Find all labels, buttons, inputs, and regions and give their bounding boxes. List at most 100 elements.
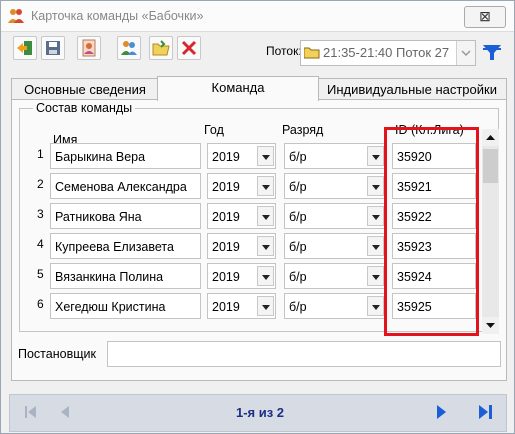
chevron-down-icon[interactable]	[257, 296, 274, 316]
name-field[interactable]: Семенова Александра	[50, 173, 201, 199]
name-field[interactable]: Барыкина Вера	[50, 143, 201, 169]
row-number: 3	[37, 207, 44, 221]
name-value: Хегедюш Кристина	[55, 300, 166, 314]
name-field[interactable]: Вязанкина Полина	[50, 263, 201, 289]
header-year: Год	[204, 123, 224, 137]
year-select[interactable]: 2019	[207, 293, 276, 319]
toolbar: Поток: 21:35-21:40 Поток 27	[1, 32, 514, 70]
rank-select[interactable]: б/р	[284, 293, 386, 319]
window-title: Карточка команды «Бабочки»	[31, 9, 204, 23]
row-number: 5	[37, 267, 44, 281]
rank-select[interactable]: б/р	[284, 173, 386, 199]
chevron-down-icon[interactable]	[367, 296, 384, 316]
tab-strip: Основные сведения Команда Индивидуальные…	[11, 76, 507, 101]
rank-value: б/р	[289, 150, 307, 164]
team-tab-panel: Состав команды Имя Год Разряд ID (Кл.Лиг…	[11, 99, 507, 381]
page-indicator: 1-я из 2	[235, 405, 285, 420]
prev-icon	[61, 406, 69, 418]
name-value: Купреева Елизавета	[55, 240, 174, 254]
year-value: 2019	[212, 210, 240, 224]
year-value: 2019	[212, 300, 240, 314]
row-number: 4	[37, 237, 44, 251]
tab-basic-info[interactable]: Основные сведения	[11, 78, 159, 101]
year-select[interactable]: 2019	[207, 263, 276, 289]
year-select[interactable]: 2019	[207, 173, 276, 199]
exit-icon	[17, 41, 32, 55]
person-card-icon	[82, 39, 96, 57]
choreographer-label: Постановщик	[18, 347, 96, 361]
next-icon	[437, 405, 446, 419]
name-field[interactable]: Хегедюш Кристина	[50, 293, 201, 319]
team-group: Состав команды Имя Год Разряд ID (Кл.Лиг…	[19, 101, 499, 336]
scroll-up-icon[interactable]	[482, 129, 499, 146]
chevron-down-icon[interactable]	[257, 236, 274, 256]
save-button[interactable]	[41, 36, 65, 60]
row-number: 6	[37, 297, 44, 311]
tab-individual-settings[interactable]: Индивидуальные настройки	[317, 78, 507, 101]
team-icon	[8, 9, 24, 23]
folder-icon	[304, 47, 320, 59]
chevron-down-icon[interactable]	[456, 41, 475, 65]
row-number: 2	[37, 177, 44, 191]
chevron-down-icon[interactable]	[367, 236, 384, 256]
year-select[interactable]: 2019	[207, 233, 276, 259]
rank-select[interactable]: б/р	[284, 263, 386, 289]
prev-record-button[interactable]	[52, 399, 78, 425]
first-record-button[interactable]	[18, 399, 44, 425]
row-number: 1	[37, 147, 44, 161]
chevron-down-icon[interactable]	[257, 176, 274, 196]
rank-value: б/р	[289, 300, 307, 314]
last-icon	[479, 405, 492, 419]
tab-team[interactable]: Команда	[157, 76, 319, 101]
potok-label: Поток:	[266, 44, 302, 58]
name-field[interactable]: Ратникова Яна	[50, 203, 201, 229]
folder-open-icon	[152, 40, 170, 56]
name-field[interactable]: Купреева Елизавета	[50, 233, 201, 259]
people-icon	[121, 41, 137, 55]
rank-select[interactable]: б/р	[284, 203, 386, 229]
id-column-highlight	[384, 127, 479, 336]
choreographer-field[interactable]	[107, 341, 501, 367]
filter-icon[interactable]	[480, 40, 504, 64]
record-navigator: 1-я из 2	[9, 394, 507, 432]
delete-button[interactable]	[177, 36, 201, 60]
year-value: 2019	[212, 240, 240, 254]
chevron-down-icon[interactable]	[367, 176, 384, 196]
rank-select[interactable]: б/р	[284, 233, 386, 259]
chevron-down-icon[interactable]	[367, 206, 384, 226]
folder-open-button[interactable]	[149, 36, 173, 60]
exit-button[interactable]	[13, 36, 37, 60]
chevron-down-icon[interactable]	[367, 266, 384, 286]
rank-value: б/р	[289, 240, 307, 254]
name-value: Семенова Александра	[55, 180, 187, 194]
first-icon	[25, 406, 36, 418]
rank-select[interactable]: б/р	[284, 143, 386, 169]
delete-icon	[181, 40, 197, 56]
title-bar: Карточка команды «Бабочки» ⊠	[1, 1, 514, 32]
scroll-thumb[interactable]	[483, 149, 498, 183]
year-select[interactable]: 2019	[207, 203, 276, 229]
header-rank: Разряд	[282, 123, 324, 137]
next-record-button[interactable]	[428, 399, 454, 425]
save-icon	[46, 41, 60, 55]
rank-value: б/р	[289, 180, 307, 194]
people-button[interactable]	[117, 36, 141, 60]
year-value: 2019	[212, 150, 240, 164]
potok-select[interactable]: 21:35-21:40 Поток 27	[300, 40, 476, 66]
year-select[interactable]: 2019	[207, 143, 276, 169]
chevron-down-icon[interactable]	[257, 206, 274, 226]
team-scrollbar[interactable]	[482, 129, 499, 334]
year-value: 2019	[212, 270, 240, 284]
chevron-down-icon[interactable]	[257, 146, 274, 166]
year-value: 2019	[212, 180, 240, 194]
name-value: Ратникова Яна	[55, 210, 142, 224]
potok-value: 21:35-21:40 Поток 27	[323, 45, 450, 60]
chevron-down-icon[interactable]	[257, 266, 274, 286]
team-group-title: Состав команды	[33, 101, 136, 115]
close-button[interactable]: ⊠	[464, 6, 506, 28]
person-card-button[interactable]	[77, 36, 101, 60]
scroll-down-icon[interactable]	[482, 317, 499, 334]
chevron-down-icon[interactable]	[367, 146, 384, 166]
last-record-button[interactable]	[472, 399, 498, 425]
name-value: Вязанкина Полина	[55, 270, 164, 284]
